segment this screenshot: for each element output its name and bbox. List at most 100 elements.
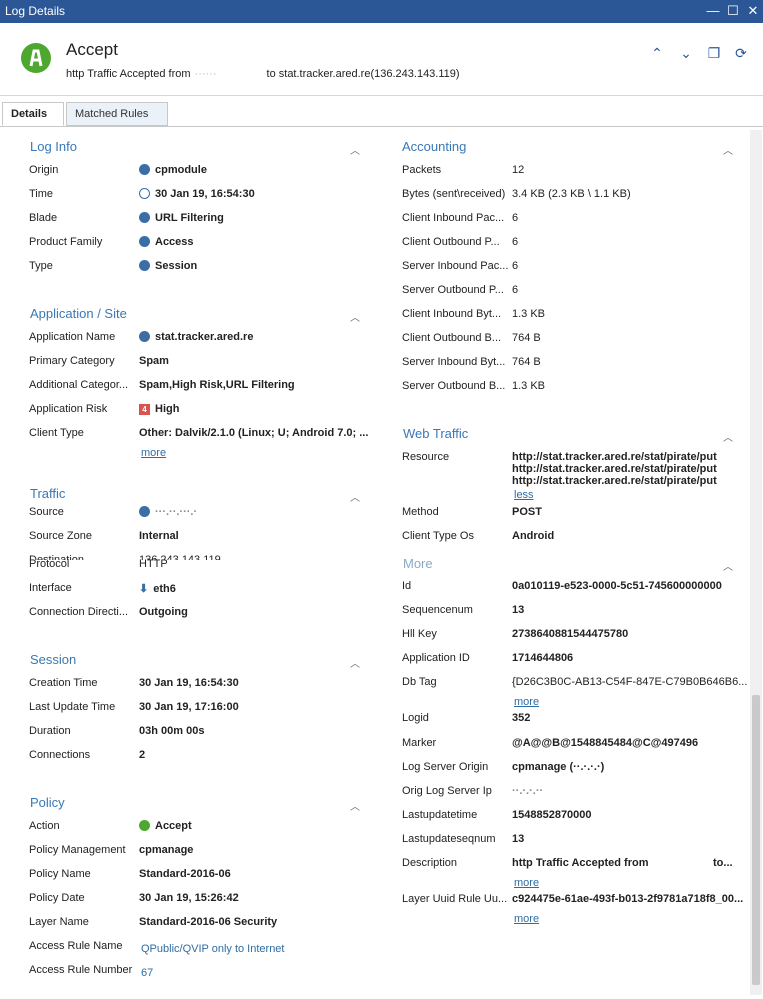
field-label: Duration [29,725,71,737]
collapse-chevron-icon[interactable]: ︿ [350,489,362,504]
field-value: Spam,High Risk,URL Filtering [139,379,295,391]
field-label: Orig Log Server Ip [402,785,492,797]
field-value: Internal [139,530,179,542]
field-label: Access Rule Name [29,940,123,952]
field-value: HTTP [139,558,168,570]
field-label: Client Outbound B... [402,332,502,344]
field-label: Sequencenum [402,604,473,616]
field-value: 6 [512,236,519,248]
log-title: Accept [66,40,118,59]
field-value: 352 [512,712,531,724]
field-label: Resource [402,451,450,463]
field-label: Connection Directi... [29,606,129,618]
field-label: Application Risk [29,403,108,415]
collapse-chevron-icon[interactable]: ︿ [723,429,735,444]
more-link[interactable]: more [514,696,539,708]
field-label: Source Zone [29,530,92,542]
field-label: Id [402,580,412,592]
field-label: Access Rule Number [29,964,133,976]
section-session: Session [30,652,77,667]
tab-details[interactable]: Details [2,102,64,126]
chevron-up-icon[interactable]: ⌃ [647,43,667,63]
field-label: Type [29,260,53,272]
field-value: Accept [139,820,192,832]
scrollbar-thumb[interactable] [752,695,760,985]
clock-icon [139,188,150,199]
field-value: 764 B [512,332,541,344]
collapse-chevron-icon[interactable]: ︿ [723,142,735,157]
field-label: Interface [29,582,72,594]
field-label: Action [29,820,60,832]
field-label: Client Type [29,427,84,439]
refresh-icon[interactable]: ⟳ [731,43,751,63]
field-value: 764 B [512,356,541,368]
field-label: Log Server Origin [402,761,489,773]
field-value: cpmanage [139,844,194,856]
chevron-down-icon[interactable]: ⌄ [676,43,696,63]
field-value: Standard-2016-06 [139,868,231,880]
field-label: Marker [402,737,437,749]
field-value: 30 Jan 19, 17:16:00 [139,701,239,713]
risk-badge: 4 [139,404,150,415]
field-label: Application ID [402,652,470,664]
field-label: Bytes (sent\received) [402,188,506,200]
access-rule-link[interactable]: QPublic/QVIP only to Internet [141,943,284,955]
field-label: Layer Uuid Rule Uu... [402,893,508,905]
field-label: Logid [402,712,429,724]
resource-line: http://stat.tracker.ared.re/stat/pirate/… [512,451,717,463]
field-label: Lastupdateseqnum [402,833,496,845]
field-value: http Traffic Accepted from [512,857,649,869]
field-label: Server Inbound Pac... [402,260,509,272]
collapse-chevron-icon[interactable]: ︿ [350,309,362,324]
field-label: Connections [29,749,91,761]
section-more: More [403,556,433,571]
more-link[interactable]: more [514,877,539,889]
field-value: stat.tracker.ared.re [139,331,253,343]
tab-matched-rules[interactable]: Matched Rules [66,102,168,126]
field-label: Method [402,506,439,518]
section-application: Application / Site [30,306,127,321]
field-label: Product Family [29,236,103,248]
field-label: Policy Date [29,892,85,904]
field-value: 1.3 KB [512,308,546,320]
log-subtitle: http Traffic Accepted from ······ to stat.… [66,68,460,80]
more-link[interactable]: more [514,913,539,925]
section-web-traffic: Web Traffic [403,426,469,441]
maximize-button[interactable]: ☐ [724,2,742,20]
field-value: 1714644806 [512,652,574,664]
field-label: Source [29,506,64,518]
minimize-button[interactable]: — [704,2,722,20]
collapse-chevron-icon[interactable]: ︿ [350,142,362,157]
field-label: Last Update Time [29,701,116,713]
field-value: 30 Jan 19, 16:54:30 [139,677,239,689]
tab-bar: Details Matched Rules [0,102,763,127]
module-icon [139,164,150,175]
collapse-chevron-icon[interactable]: ︿ [350,798,362,813]
field-label: Lastupdatetime [402,809,478,821]
field-value: 30 Jan 19, 15:26:42 [139,892,239,904]
collapse-chevron-icon[interactable]: ︿ [350,655,362,670]
field-label: Db Tag [402,676,437,688]
accept-icon [21,43,51,73]
field-label: Protocol [29,558,70,570]
close-button[interactable]: ✕ [744,2,762,20]
field-value: c924475e-61ae-493f-b013-2f9781a718f8_00.… [512,893,744,905]
less-link[interactable]: less [514,489,534,501]
field-value: 4 High [139,403,179,415]
collapse-chevron-icon[interactable]: ︿ [723,558,735,573]
field-value: cpmodule [139,164,207,176]
field-value: Access [139,236,194,248]
access-icon [139,236,150,247]
field-value: 1.3 KB [512,380,546,392]
window-titlebar: Log Details — ☐ ✕ [0,0,763,23]
field-value: 12 [512,164,525,176]
field-value: 3.4 KB (2.3 KB \ 1.1 KB) [512,188,631,200]
more-link[interactable]: more [141,447,166,459]
field-label: Policy Management [29,844,126,856]
field-value: POST [512,506,542,518]
field-label: Client Type Os [402,530,474,542]
copy-icon[interactable]: ❐ [704,43,724,63]
field-label: Server Inbound Byt... [402,356,506,368]
field-value: 30 Jan 19, 16:54:30 [139,188,255,200]
rule-number-link[interactable]: 67 [141,967,153,979]
